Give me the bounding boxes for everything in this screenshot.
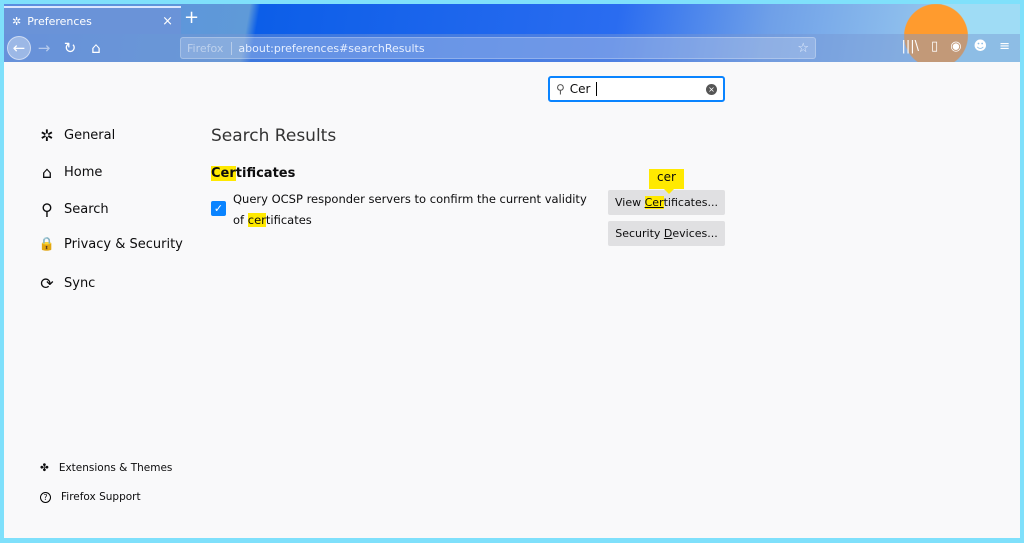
extensions-themes-link[interactable]: ✤ Extensions & Themes bbox=[40, 462, 172, 474]
library-icon[interactable]: |||\ bbox=[902, 39, 920, 54]
extension-icon[interactable]: ☻ bbox=[974, 39, 988, 54]
reload-button[interactable]: ↻ bbox=[57, 39, 83, 57]
sidebar-icon[interactable]: ▯ bbox=[931, 39, 938, 54]
tab-preferences[interactable]: ✲ Preferences × bbox=[4, 6, 181, 34]
search-tooltip: cer bbox=[649, 169, 684, 194]
sidebar-item-search[interactable]: ⚲ Search bbox=[38, 200, 109, 219]
footer-label: Firefox Support bbox=[61, 491, 141, 503]
section-title: Certificates bbox=[211, 166, 296, 181]
sidebar-item-label: Privacy & Security bbox=[64, 237, 183, 252]
gear-icon: ✲ bbox=[40, 126, 54, 145]
nav-toolbar: ← → ↻ ⌂ Firefox about:preferences#search… bbox=[4, 34, 1020, 62]
preferences-page: ⚲ Cer × ✲ General ⌂ Home ⚲ Search 🔒 Privacy … bbox=[4, 62, 1020, 538]
tab-title: Preferences bbox=[27, 14, 92, 28]
url-bar[interactable]: Firefox about:preferences#searchResults … bbox=[180, 37, 816, 59]
ocsp-label: Query OCSP responder servers to confirm … bbox=[233, 192, 587, 227]
sidebar-item-label: Search bbox=[64, 202, 109, 217]
identity-label: Firefox bbox=[187, 41, 233, 55]
home-icon: ⌂ bbox=[41, 163, 53, 182]
sidebar-item-label: General bbox=[64, 128, 116, 143]
search-icon: ⚲ bbox=[41, 200, 53, 219]
close-tab-icon[interactable]: × bbox=[162, 14, 173, 29]
help-icon: ? bbox=[40, 491, 51, 503]
security-devices-button[interactable]: Security Devices... bbox=[608, 221, 725, 246]
sidebar-item-privacy[interactable]: 🔒 Privacy & Security bbox=[38, 237, 183, 252]
search-input[interactable]: ⚲ Cer × bbox=[548, 76, 725, 102]
home-button[interactable]: ⌂ bbox=[83, 39, 109, 57]
url-text: about:preferences#searchResults bbox=[238, 41, 425, 55]
bookmark-star-icon[interactable]: ☆ bbox=[797, 41, 809, 56]
browser-chrome: ✲ Preferences × + ← → ↻ ⌂ Firefox about:… bbox=[4, 4, 1020, 62]
menu-icon[interactable]: ≡ bbox=[999, 39, 1010, 54]
sidebar-item-sync[interactable]: ⟳ Sync bbox=[38, 274, 95, 293]
forward-button[interactable]: → bbox=[31, 39, 57, 57]
account-icon[interactable]: ◉ bbox=[950, 39, 961, 54]
sidebar-item-home[interactable]: ⌂ Home bbox=[38, 163, 102, 182]
ocsp-checkbox[interactable]: ✓ bbox=[211, 201, 226, 216]
sync-icon: ⟳ bbox=[40, 274, 54, 293]
page-title: Search Results bbox=[211, 126, 337, 146]
footer-label: Extensions & Themes bbox=[58, 462, 173, 474]
firefox-support-link[interactable]: ? Firefox Support bbox=[40, 491, 141, 503]
search-icon: ⚲ bbox=[556, 82, 565, 96]
lock-icon: 🔒 bbox=[38, 237, 56, 252]
sidebar-item-label: Sync bbox=[64, 276, 96, 291]
sidebar-item-general[interactable]: ✲ General bbox=[38, 126, 115, 145]
new-tab-button[interactable]: + bbox=[184, 7, 199, 28]
sidebar-item-label: Home bbox=[64, 165, 103, 180]
search-value: Cer bbox=[569, 82, 591, 96]
back-button[interactable]: ← bbox=[7, 36, 31, 60]
gear-icon: ✲ bbox=[12, 14, 22, 28]
puzzle-icon: ✤ bbox=[40, 462, 49, 474]
clear-search-icon[interactable]: × bbox=[706, 83, 717, 95]
